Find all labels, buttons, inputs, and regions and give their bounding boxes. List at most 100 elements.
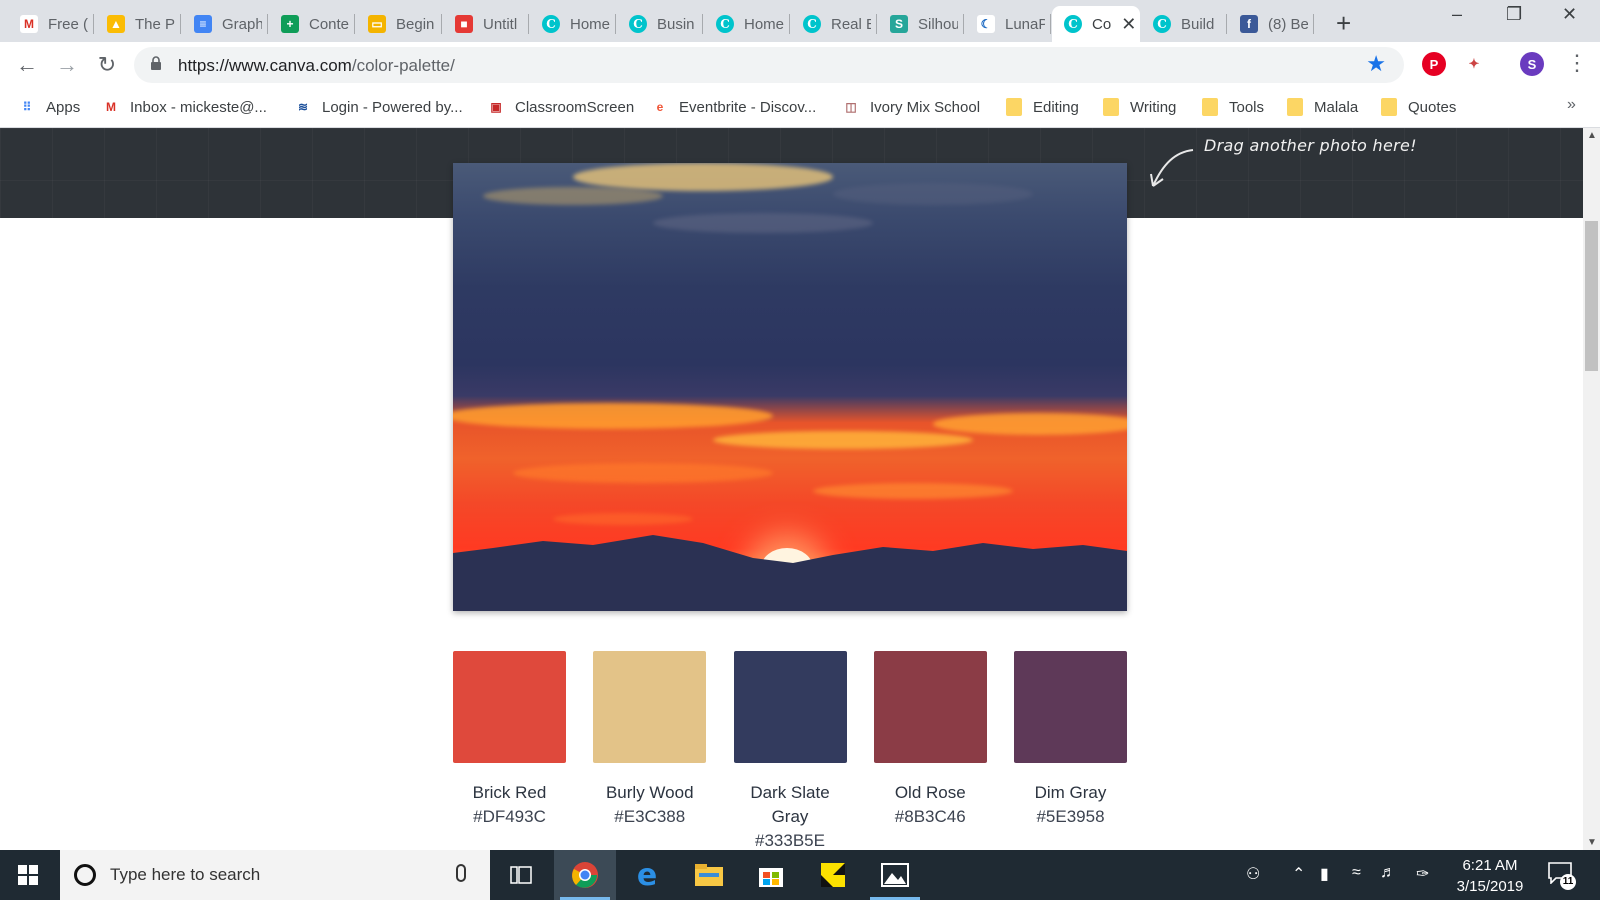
taskbar-search-box[interactable]: Type here to search [60,850,490,900]
browser-tab[interactable]: C Home [530,6,616,42]
tab-title: Conte [309,15,349,33]
palette-swatch[interactable]: Old Rose #8B3C46 [873,651,987,829]
swatch-color-chip[interactable] [453,651,566,763]
bookmark-item[interactable]: Tools [1201,95,1264,119]
swatch-color-chip[interactable] [873,651,987,763]
bookmark-item[interactable]: Editing [1005,95,1079,119]
cortana-icon [74,864,96,886]
folder-icon [1286,98,1304,116]
bookmark-item[interactable]: e Eventbrite - Discov... [651,95,817,119]
browser-tab[interactable]: M Free ( [8,6,94,42]
browser-tab[interactable]: C Real E [791,6,877,42]
tab-title: Graph [222,15,262,33]
apps-grid-icon: ⠿ [22,100,32,114]
red-app-icon: ■ [455,15,473,33]
browser-tab[interactable]: C Co ✕ [1052,6,1140,42]
swatch-hex[interactable]: #E3C388 [593,805,706,829]
chrome-taskbar-icon[interactable] [554,850,616,900]
bookmark-label: Malala [1314,98,1359,116]
bookmark-item[interactable]: ≋ Login - Powered by... [294,95,463,119]
address-bar[interactable]: https://www.canva.com/color-palette/ ★ [134,47,1404,83]
pinterest-icon[interactable]: P [1422,52,1446,76]
close-tab-icon[interactable]: ✕ [1121,14,1136,35]
bookmark-item[interactable]: Writing [1102,95,1176,119]
browser-tab[interactable]: C Busin [617,6,703,42]
file-explorer-icon[interactable] [678,850,740,900]
extension-icon[interactable]: ✦ [1462,52,1486,76]
system-clock[interactable]: 6:21 AM 3/15/2019 [1446,855,1534,897]
bookmark-item[interactable]: Quotes [1380,95,1456,119]
wifi-icon[interactable]: ≈ [1352,864,1361,882]
bookmark-item[interactable]: ◫ Ivory Mix School [842,95,980,119]
palette-swatch[interactable]: Burly Wood #E3C388 [593,651,707,829]
palette-swatch[interactable]: Brick Red #DF493C [453,651,566,829]
bookmarks-bar: ⠿ Apps M Inbox - mickeste@... ≋ Login - Power… [0,89,1600,128]
profile-avatar[interactable]: S [1520,52,1544,76]
battery-icon[interactable]: ▮ [1320,864,1329,884]
more-bookmarks-button[interactable]: » [1567,96,1576,114]
teal-app-icon: S [890,15,908,33]
google-drive-icon: ▲ [107,15,125,33]
palette-swatch[interactable]: Dim Gray #5E3958 [1014,651,1127,829]
canva-icon: C [716,15,734,33]
menu-kebab-icon[interactable]: ⋮ [1566,50,1588,76]
swatch-hex[interactable]: #333B5E [734,829,847,850]
browser-tab[interactable]: + Conte [269,6,355,42]
reload-button[interactable]: ↻ [92,50,122,80]
swatch-color-chip[interactable] [593,651,707,763]
new-tab-button[interactable]: + [1336,8,1351,39]
tab-strip: M Free (▲ The P ≡ Graph + Conte ▭ Begin ■ Untitl C H… [0,0,1600,42]
gmail-icon: M [20,15,38,33]
edge-taskbar-icon[interactable]: e [616,850,678,900]
minimize-button[interactable]: – [1452,4,1462,25]
bookmark-label: Apps [46,98,81,116]
browser-tab[interactable]: S Silhou [878,6,964,42]
photos-taskbar-icon[interactable] [864,850,926,900]
bookmark-item[interactable]: Malala [1286,95,1358,119]
browser-tab[interactable]: ☾ LunaP [965,6,1051,42]
bookmark-star-icon[interactable]: ★ [1366,51,1386,77]
scroll-down-icon[interactable]: ▼ [1587,837,1597,848]
back-button[interactable]: ← [12,50,42,80]
palette-swatch[interactable]: Dark Slate Gray #333B5E [733,651,847,850]
forward-button[interactable]: → [52,50,82,80]
microphone-icon[interactable] [456,864,466,882]
palette-swatches: Brick Red #DF493C Burly Wood #E3C388 Dark Sl… [453,651,1127,850]
tab-title: Co [1092,15,1112,33]
swatch-hex[interactable]: #5E3958 [1014,805,1127,829]
swatch-color-chip[interactable] [733,651,847,763]
tab-title: The P [135,15,175,33]
microsoft-store-icon[interactable] [740,850,802,900]
login-icon: ≋ [297,100,309,114]
swatch-color-chip[interactable] [1014,651,1127,763]
bookmark-item[interactable]: ⠿ Apps [18,95,81,119]
people-icon[interactable]: ⚇ [1246,864,1260,884]
restore-button[interactable]: ❐ [1506,4,1522,25]
browser-tab[interactable]: ≡ Graph [182,6,268,42]
volume-icon[interactable]: ♬ [1380,864,1396,882]
swatch-hex[interactable]: #DF493C [453,805,566,829]
page-scrollbar[interactable]: ▲ ▼ [1583,128,1600,850]
pen-icon[interactable]: ✑ [1416,864,1429,884]
tab-title: Home [570,15,610,33]
browser-tab[interactable]: ■ Untitl [443,6,529,42]
task-view-icon[interactable] [490,850,552,900]
browser-tab[interactable]: C Home [704,6,790,42]
swatch-hex[interactable]: #8B3C46 [874,805,987,829]
sticky-notes-icon[interactable] [802,850,864,900]
close-window-button[interactable]: ✕ [1562,4,1577,25]
scroll-thumb[interactable] [1585,221,1598,371]
windows-start-icon[interactable] [18,865,38,885]
bookmark-item[interactable]: M Inbox - mickeste@... [102,95,267,119]
browser-tab[interactable]: ▲ The P [95,6,181,42]
browser-tab[interactable]: f (8) Be [1228,6,1314,42]
show-hidden-icons[interactable]: ⌃ [1292,864,1305,884]
browser-tab[interactable]: C Build [1141,6,1227,42]
bookmark-label: Login - Powered by... [322,98,463,116]
browser-tab[interactable]: ▭ Begin [356,6,442,42]
scroll-up-icon[interactable]: ▲ [1587,130,1597,141]
bookmark-item[interactable]: ▣ ClassroomScreen [487,95,634,119]
action-center-icon[interactable]: 11 [1548,862,1576,890]
swatch-name: Brick Red [472,783,547,802]
folder-icon [1102,98,1120,116]
